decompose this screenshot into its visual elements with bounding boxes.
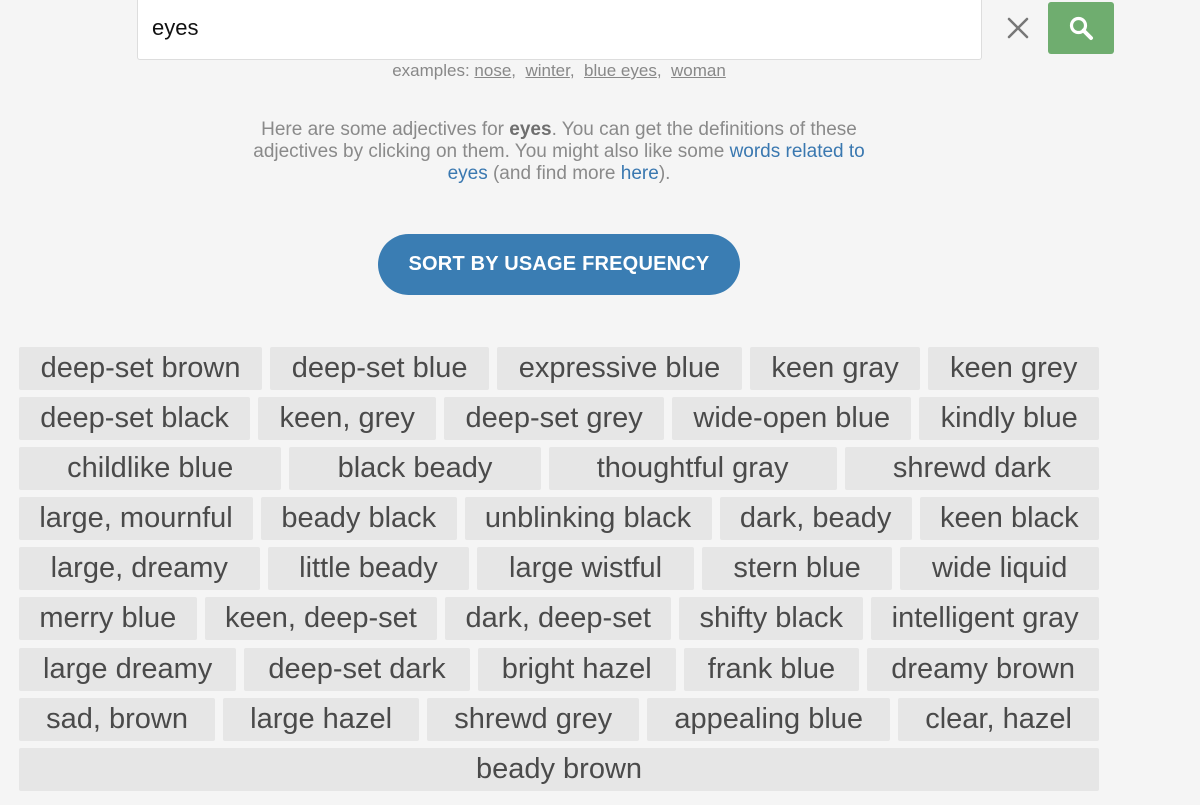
- sort-by-frequency-button[interactable]: SORT BY USAGE FREQUENCY: [378, 234, 740, 295]
- adjective-chip[interactable]: deep-set blue: [270, 347, 490, 390]
- adjective-chip[interactable]: shrewd dark: [844, 447, 1100, 490]
- adjective-row: deep-set brown deep-set blue expressive bl…: [19, 347, 1099, 390]
- adjective-row: sad, brown large hazel shrewd grey appealin…: [19, 698, 1100, 741]
- adjective-chip[interactable]: wide liquid: [900, 547, 1099, 590]
- adjective-chip[interactable]: bright hazel: [477, 648, 676, 691]
- adjective-chip[interactable]: expressive blue: [497, 347, 742, 390]
- adjective-chip[interactable]: large wistful: [477, 547, 694, 590]
- intro-part3: (and find more: [487, 163, 621, 184]
- adjective-row: deep-set black keen, grey deep-set grey wid…: [19, 397, 1099, 440]
- adjective-chip[interactable]: deep-set brown: [19, 347, 263, 390]
- adjective-chip[interactable]: large hazel: [223, 698, 420, 741]
- adjective-row: beady brown: [19, 748, 1099, 791]
- adjective-chip[interactable]: black beady: [289, 447, 541, 490]
- adjective-chip[interactable]: beady black: [261, 497, 457, 540]
- adjective-chip[interactable]: large, dreamy: [19, 547, 260, 590]
- search-icon: [1069, 16, 1093, 40]
- adjective-chip[interactable]: intelligent gray: [871, 597, 1099, 640]
- adjective-row: large, dreamy little beady large wistful st…: [19, 547, 1099, 590]
- close-icon: [1007, 17, 1029, 39]
- example-link-winter[interactable]: winter: [525, 61, 569, 80]
- adjective-row: childlike blue black beady thoughtful gray…: [19, 447, 1100, 490]
- adjective-row: large dreamy deep-set dark bright hazel fra…: [19, 648, 1100, 691]
- examples-line: examples: nose, winter, blue eyes, woman: [392, 61, 726, 80]
- intro-part4: ).: [658, 163, 671, 184]
- adjective-chip[interactable]: childlike blue: [19, 447, 282, 490]
- adjective-chip[interactable]: merry blue: [19, 597, 197, 640]
- clear-button[interactable]: [998, 12, 1038, 44]
- search-bar: [137, 0, 1114, 60]
- adjective-chip[interactable]: keen, deep-set: [204, 597, 438, 640]
- adjective-chip[interactable]: sad, brown: [19, 698, 216, 741]
- adjective-chip[interactable]: deep-set black: [19, 397, 251, 440]
- adjective-chip[interactable]: deep-set dark: [244, 648, 470, 691]
- adjective-chip[interactable]: thoughtful gray: [548, 447, 837, 490]
- search-input[interactable]: [152, 8, 852, 48]
- adjective-chip[interactable]: large, mournful: [19, 497, 254, 540]
- adjective-chip[interactable]: stern blue: [701, 547, 893, 590]
- adjective-chip[interactable]: keen grey: [928, 347, 1099, 390]
- adjective-chip[interactable]: unblinking black: [464, 497, 712, 540]
- adjective-chip[interactable]: keen, grey: [258, 397, 437, 440]
- adjective-chip[interactable]: appealing blue: [647, 698, 891, 741]
- more-here-link[interactable]: here: [621, 163, 659, 184]
- example-link-nose[interactable]: nose: [474, 61, 511, 80]
- adjective-chip[interactable]: kindly blue: [919, 397, 1099, 440]
- search-button[interactable]: [1048, 2, 1114, 54]
- adjective-chip[interactable]: large dreamy: [19, 648, 237, 691]
- adjective-chip[interactable]: dark, beady: [719, 497, 912, 540]
- adjective-chip[interactable]: deep-set grey: [444, 397, 665, 440]
- intro-part1: Here are some adjectives for: [261, 119, 510, 140]
- adjective-chip[interactable]: dark, deep-set: [445, 597, 672, 640]
- adjective-chip[interactable]: shrewd grey: [427, 698, 640, 741]
- adjective-chip[interactable]: beady brown: [19, 748, 1099, 791]
- page: examples: nose, winter, blue eyes, woman…: [0, 0, 1200, 805]
- adjective-row: large, mournful beady black unblinking bla…: [19, 497, 1099, 540]
- adjective-chip[interactable]: clear, hazel: [898, 698, 1100, 741]
- adjective-chip[interactable]: frank blue: [683, 648, 860, 691]
- intro-text: Here are some adjectives for eyes. You c…: [240, 119, 878, 185]
- intro-keyword: eyes: [509, 119, 552, 140]
- adjective-chip[interactable]: wide-open blue: [672, 397, 912, 440]
- examples-prefix: examples:: [392, 61, 470, 80]
- adjective-chip[interactable]: little beady: [267, 547, 470, 590]
- adjective-row: merry blue keen, deep-set dark, deep-set sh…: [19, 597, 1099, 640]
- example-link-blue-eyes[interactable]: blue eyes: [584, 61, 657, 80]
- adjective-chip[interactable]: keen black: [919, 497, 1099, 540]
- adjective-chip[interactable]: keen gray: [749, 347, 921, 390]
- adjective-chip[interactable]: dreamy brown: [867, 648, 1100, 691]
- adjective-chip[interactable]: shifty black: [679, 597, 864, 640]
- example-link-woman[interactable]: woman: [671, 61, 726, 80]
